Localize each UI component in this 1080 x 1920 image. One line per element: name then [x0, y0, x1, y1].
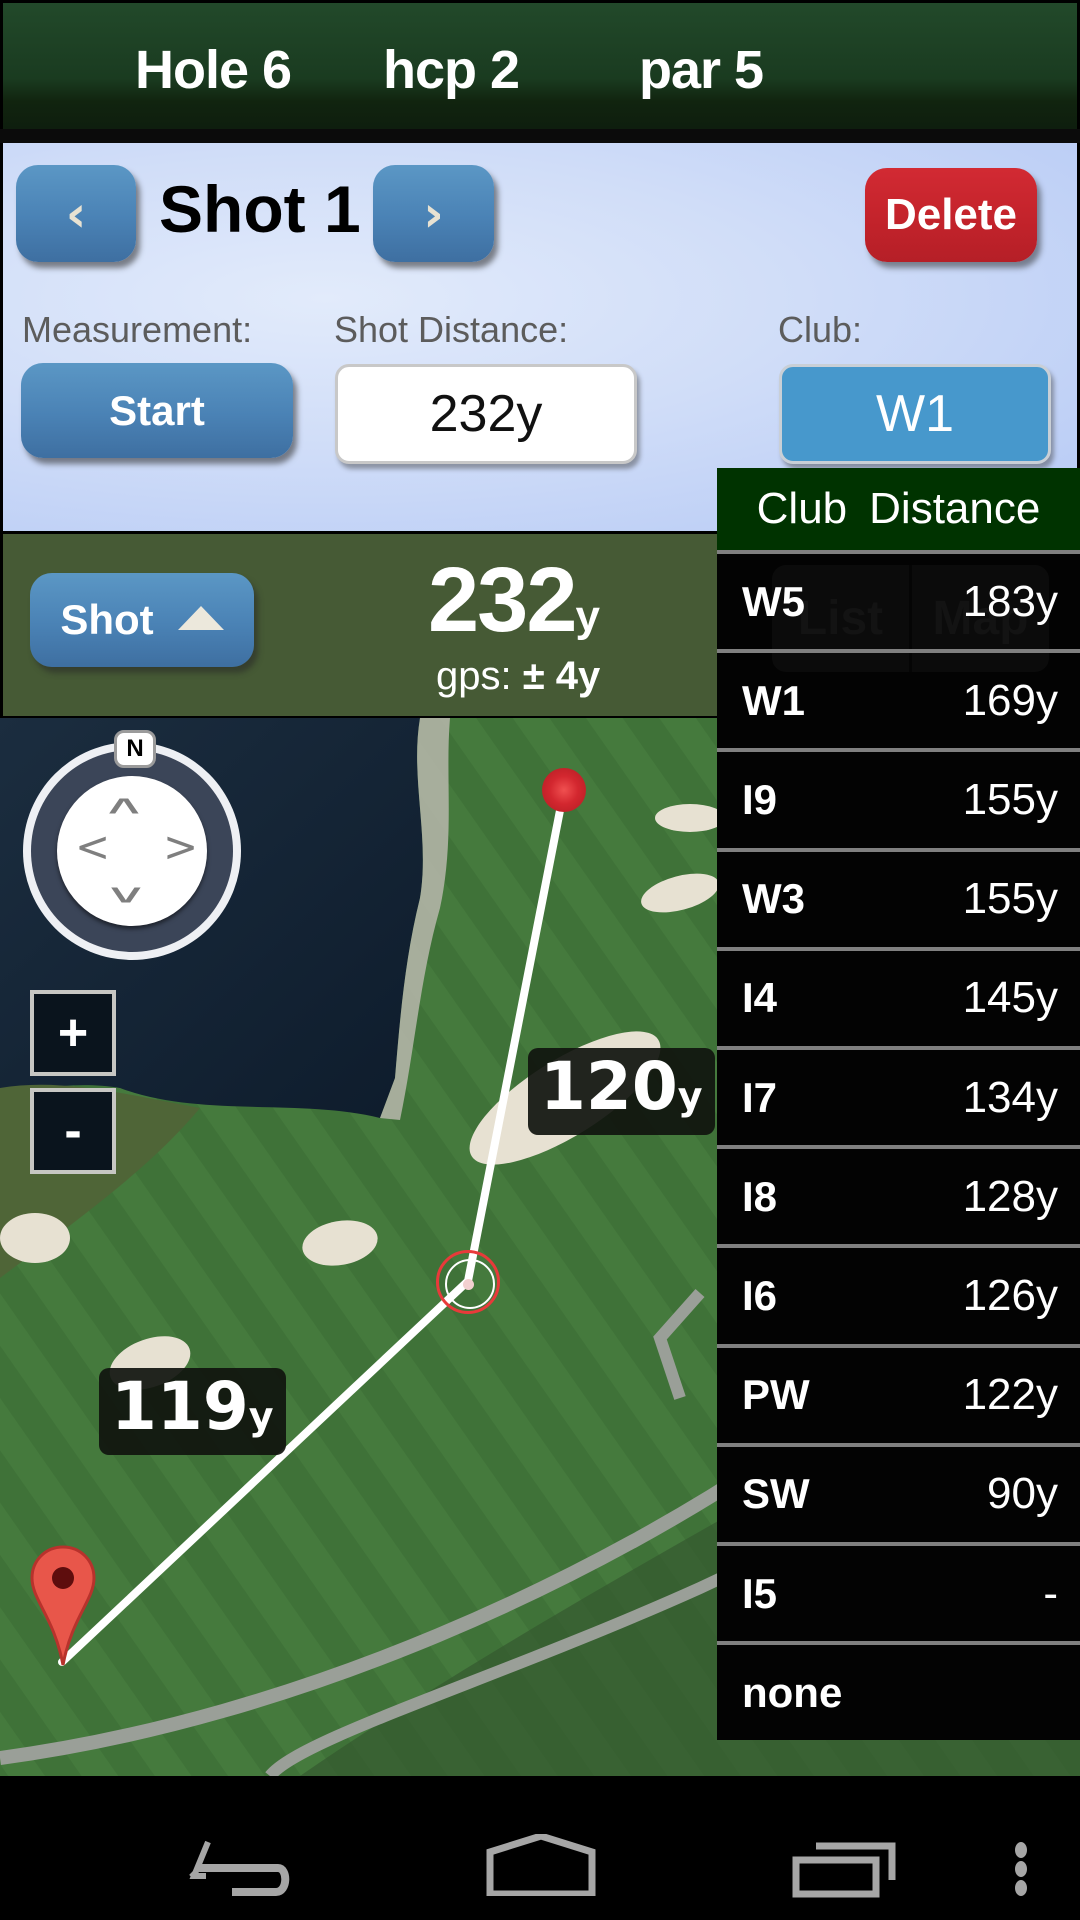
club-distance: 90y: [987, 1469, 1058, 1519]
club-name: I5: [742, 1569, 778, 1617]
measurement-label: Measurement:: [22, 309, 253, 350]
club-distance-header: Club Distance: [717, 468, 1080, 550]
club-row[interactable]: I9 155y: [717, 748, 1080, 847]
club-name: I6: [742, 1271, 778, 1319]
club-name: SW: [742, 1470, 810, 1518]
club-row[interactable]: I6 126y: [717, 1244, 1080, 1343]
club-row[interactable]: W5 183y: [717, 550, 1080, 649]
club-distance: 183y: [962, 576, 1058, 626]
club-row[interactable]: W1 169y: [717, 649, 1080, 748]
segment-distance-label: 120y: [528, 1048, 715, 1135]
club-distance: 134y: [962, 1072, 1058, 1122]
android-navigation-bar: [0, 1776, 1080, 1920]
club-distance: 169y: [962, 675, 1058, 725]
club-name: I9: [742, 775, 778, 823]
hole-header: Hole 6 hcp 2 par 5: [3, 3, 1077, 129]
previous-shot-button[interactable]: ‹: [16, 165, 136, 262]
club-row[interactable]: none: [717, 1641, 1080, 1740]
club-name: W3: [742, 875, 805, 923]
club-name: PW: [742, 1371, 810, 1419]
club-row[interactable]: I8 128y: [717, 1145, 1080, 1244]
club-name: I8: [742, 1172, 778, 1220]
shot-dropdown-label: Shot: [60, 596, 154, 643]
shot-distance-label: Shot Distance:: [334, 309, 569, 350]
club-distance: 128y: [962, 1171, 1058, 1221]
club-name: W5: [742, 577, 805, 625]
segment-distance-unit: y: [677, 1074, 703, 1118]
club-row[interactable]: I4 145y: [717, 946, 1080, 1046]
pan-right-icon[interactable]: >: [163, 822, 198, 871]
hole-number: Hole 6: [135, 40, 292, 100]
club-name: none: [742, 1668, 843, 1716]
start-location-pin-icon[interactable]: [30, 1545, 96, 1669]
shot-title: Shot 1: [159, 172, 361, 246]
pan-left-icon[interactable]: <: [75, 822, 110, 871]
club-distance: 122y: [962, 1370, 1058, 1420]
pan-down-icon[interactable]: ^: [110, 870, 142, 909]
gps-label: gps:: [436, 654, 512, 698]
club-name: W1: [742, 676, 805, 724]
club-label: Club:: [778, 309, 863, 350]
next-shot-button[interactable]: ›: [373, 165, 494, 262]
shot-dropdown-button[interactable]: Shot: [30, 573, 254, 667]
club-name: I4: [742, 974, 778, 1022]
club-row[interactable]: I7 134y: [717, 1046, 1080, 1145]
club-name: I7: [742, 1073, 778, 1121]
gps-accuracy-value: ± 4y: [522, 654, 601, 698]
club-distance: 145y: [962, 973, 1058, 1023]
hole-handicap: hcp 2: [383, 40, 520, 100]
club-row[interactable]: I5 -: [717, 1542, 1080, 1641]
delete-shot-button[interactable]: Delete: [865, 168, 1037, 262]
segment-distance-number: 120: [540, 1048, 678, 1125]
segment-distance-label: 119y: [99, 1368, 286, 1455]
club-row[interactable]: W3 155y: [717, 847, 1080, 947]
pan-up-icon[interactable]: ^: [108, 792, 140, 831]
back-icon[interactable]: [188, 1840, 292, 1900]
gps-accuracy: gps: ± 4y: [436, 654, 600, 699]
club-column-header: Club: [756, 484, 848, 533]
total-distance-number: 232: [428, 549, 577, 651]
shot-distance-field[interactable]: 232y: [335, 364, 637, 464]
club-distance: 155y: [962, 774, 1058, 824]
distance-column-header: Distance: [869, 484, 1041, 533]
zoom-in-button[interactable]: +: [30, 990, 116, 1076]
start-measurement-button[interactable]: Start: [21, 363, 293, 458]
club-row[interactable]: SW 90y: [717, 1442, 1080, 1542]
chevron-left-icon: ‹: [65, 184, 87, 243]
club-row[interactable]: PW 122y: [717, 1343, 1080, 1443]
club-distance-list: Club Distance List Map W5 183y W1 169y I9 155…: [717, 468, 1080, 1740]
home-icon[interactable]: [486, 1834, 596, 1896]
chevron-right-icon: ›: [423, 184, 444, 243]
compass-pan-control[interactable]: ^ < > ^ N: [23, 730, 241, 960]
header-divider: [0, 129, 1080, 143]
target-marker[interactable]: [542, 768, 586, 812]
club-distance: -: [1043, 1568, 1058, 1618]
club-distance: 155y: [962, 874, 1058, 924]
compass-north-icon[interactable]: N: [114, 730, 156, 768]
club-distance: 126y: [962, 1270, 1058, 1320]
segment-distance-number: 119: [111, 1368, 249, 1445]
triangle-up-icon: [177, 606, 224, 630]
segment-distance-unit: y: [248, 1394, 274, 1438]
total-shot-distance: 232y: [428, 548, 600, 653]
waypoint-crosshair[interactable]: [436, 1250, 500, 1314]
hole-par: par 5: [639, 40, 764, 100]
zoom-out-button[interactable]: -: [30, 1088, 116, 1174]
recent-apps-icon[interactable]: [792, 1842, 896, 1898]
total-distance-unit: y: [575, 592, 600, 641]
overflow-menu-icon[interactable]: [1012, 1842, 1030, 1896]
club-select-button[interactable]: W1: [779, 364, 1051, 464]
